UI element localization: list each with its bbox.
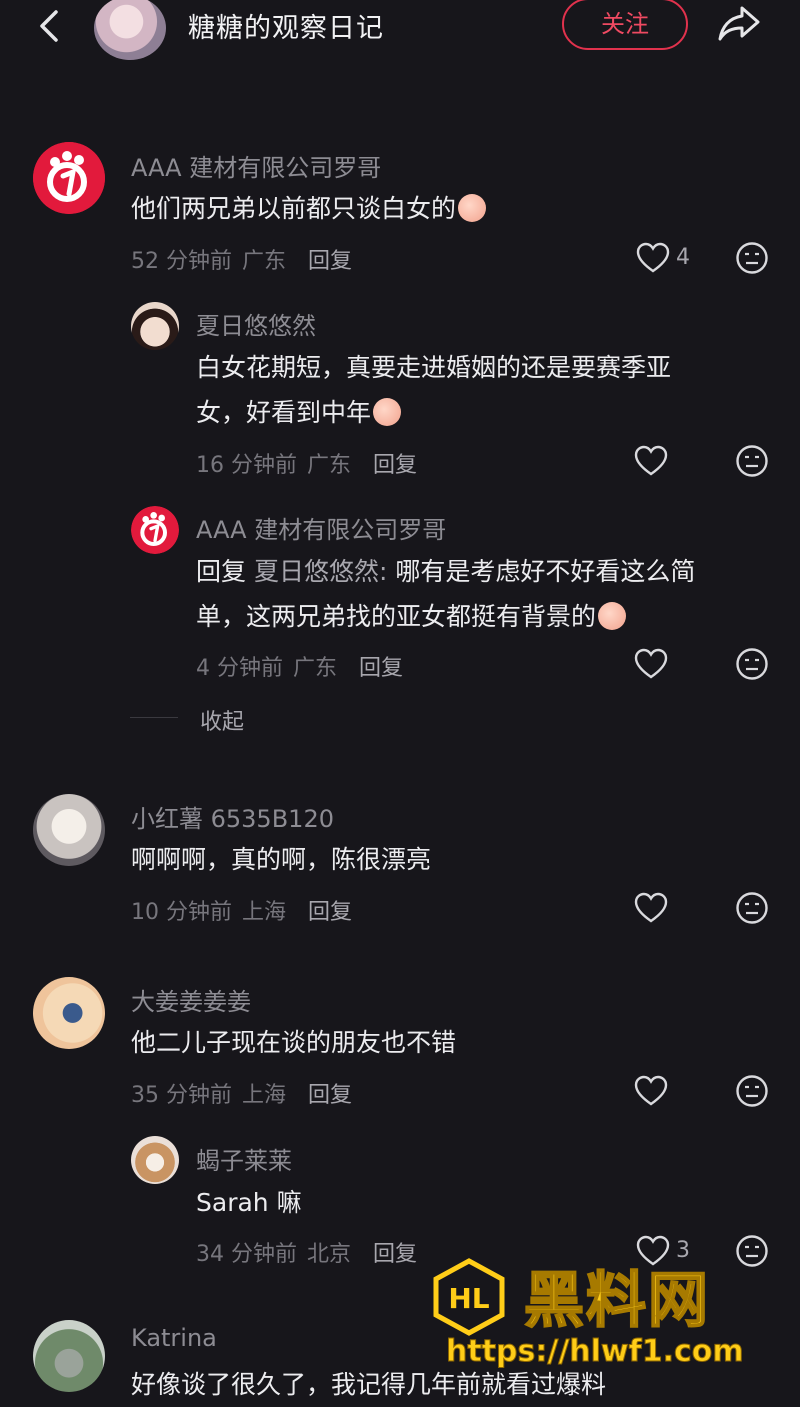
avatar[interactable] [131, 1136, 179, 1184]
comment-username[interactable]: 小红薯 6535B120 [131, 799, 334, 834]
watermark-logo-icon: HL [433, 1258, 505, 1336]
reply-username[interactable]: 蝎子莱莱 [196, 1141, 292, 1176]
comment-text[interactable]: 他们两兄弟以前都只谈白女的 [131, 186, 487, 231]
like-heart-icon[interactable] [634, 445, 668, 477]
avatar[interactable] [131, 506, 179, 554]
reply-target[interactable]: 夏日悠悠然: [254, 557, 387, 586]
watermark-url: https://hlwf1.com [446, 1334, 745, 1370]
reply-meta: 34 分钟前 北京 回复 [196, 1242, 418, 1267]
reply-button[interactable]: 回复 [308, 900, 352, 925]
reply-text[interactable]: Sarah 嘛 [196, 1180, 302, 1225]
watermark-title: 黑料网 [523, 1265, 710, 1337]
follow-button[interactable]: 关注 [562, 0, 688, 50]
comment-emoji-icon[interactable] [735, 241, 769, 275]
avatar[interactable] [33, 1320, 105, 1392]
comment-username[interactable]: AAA 建材有限公司罗哥 [131, 148, 381, 183]
reply-button[interactable]: 回复 [359, 656, 403, 681]
back-arrow-icon[interactable] [30, 4, 70, 48]
reply-button[interactable]: 回复 [308, 1083, 352, 1108]
like-heart-icon[interactable] [634, 892, 668, 924]
brand-logo-icon [33, 142, 105, 214]
like-count: 4 [676, 245, 690, 270]
comment-emoji-icon[interactable] [735, 891, 769, 925]
like-heart-icon[interactable] [634, 1075, 668, 1107]
reply-text[interactable]: 回复 夏日悠悠然: 哪有是考虑好不好看这么简 单，这两兄弟找的亚女都挺有背景的 [196, 549, 695, 639]
comment-emoji-icon[interactable] [735, 647, 769, 681]
like-heart-icon[interactable] [636, 242, 670, 274]
comment-meta: 52 分钟前 广东 回复 [131, 249, 353, 274]
comment-meta: 35 分钟前 上海 回复 [131, 1083, 353, 1108]
reply-button[interactable]: 回复 [373, 453, 417, 478]
comment-emoji-icon[interactable] [735, 444, 769, 478]
avatar[interactable] [33, 977, 105, 1049]
comment-text[interactable]: 啊啊啊，真的啊，陈很漂亮 [131, 837, 431, 882]
reply-text[interactable]: 白女花期短，真要走进婚姻的还是要赛季亚 女，好看到中年 [196, 345, 671, 435]
reply-button[interactable]: 回复 [308, 249, 352, 274]
emoji-icon [373, 398, 402, 426]
avatar[interactable] [131, 302, 179, 350]
svg-text:HL: HL [448, 1282, 489, 1315]
collapse-replies-button[interactable]: 收起 [200, 704, 244, 736]
avatar[interactable] [33, 794, 105, 866]
reply-button[interactable]: 回复 [373, 1242, 417, 1267]
emoji-icon [598, 602, 627, 630]
reply-username[interactable]: 夏日悠悠然 [196, 306, 316, 341]
avatar[interactable] [33, 142, 105, 214]
comment-meta: 10 分钟前 上海 回复 [131, 900, 353, 925]
comment-emoji-icon[interactable] [735, 1074, 769, 1108]
author-name[interactable]: 糖糖的观察日记 [188, 6, 384, 45]
comment-text[interactable]: 他二儿子现在谈的朋友也不错 [131, 1020, 456, 1065]
comment-username[interactable]: 大姜姜姜姜 [131, 982, 251, 1017]
reply-username[interactable]: AAA 建材有限公司罗哥 [196, 510, 446, 545]
emoji-icon [458, 194, 487, 222]
comment-username[interactable]: Katrina [131, 1324, 217, 1352]
watermark: HL 黑料网 https://hlwf1.com [430, 1254, 800, 1400]
reply-meta: 16 分钟前 广东 回复 [196, 453, 418, 478]
share-icon[interactable] [716, 2, 764, 44]
top-bar: 糖糖的观察日记 关注 [0, 0, 800, 60]
reply-meta: 4 分钟前 广东 回复 [196, 656, 404, 681]
author-avatar[interactable] [94, 0, 166, 60]
divider [130, 717, 178, 718]
like-heart-icon[interactable] [634, 648, 668, 680]
brand-logo-icon [131, 506, 179, 554]
